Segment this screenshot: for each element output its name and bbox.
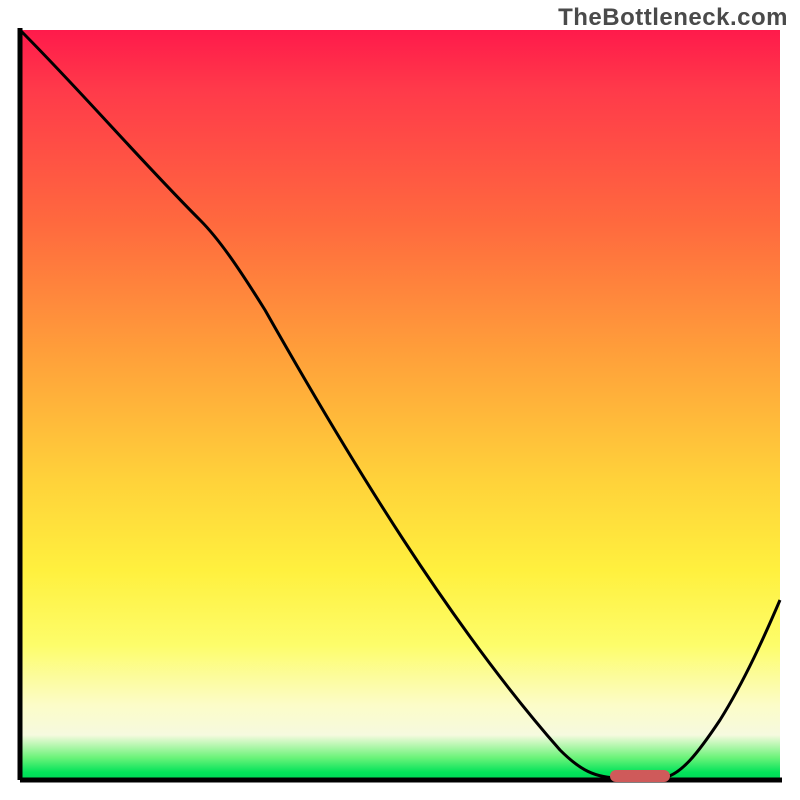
chart-svg [20,30,780,780]
bottleneck-curve [20,30,780,778]
optimal-marker [610,770,670,782]
watermark-text: TheBottleneck.com [558,4,788,32]
axes [20,28,782,780]
chart-canvas: TheBottleneck.com [0,0,800,800]
plot-area [20,30,780,780]
